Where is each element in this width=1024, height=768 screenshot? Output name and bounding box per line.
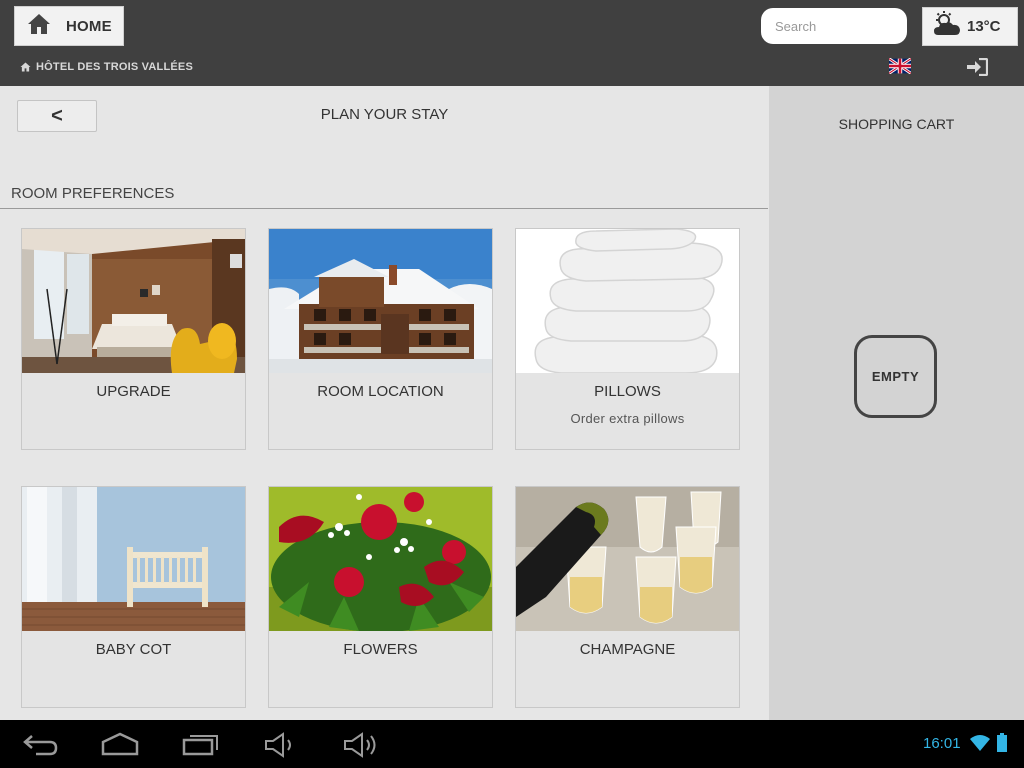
card-image-baby-cot <box>22 487 245 631</box>
status-time: 16:01 <box>923 735 961 752</box>
sign-in-icon[interactable] <box>966 58 988 76</box>
recent-apps-icon[interactable] <box>182 732 220 756</box>
back-button[interactable]: < <box>17 100 97 132</box>
card-image-chalet <box>269 229 492 373</box>
hotel-breadcrumb[interactable]: HÔTEL DES TROIS VALLÉES <box>20 61 193 73</box>
top-bar: HOME 13°C HÔTEL DES TROIS VALLÉES <box>0 0 1024 86</box>
card-baby-cot[interactable]: BABY COT <box>21 486 246 708</box>
section-title: ROOM PREFERENCES <box>11 185 175 202</box>
hotel-name: HÔTEL DES TROIS VALLÉES <box>36 61 193 73</box>
card-title: FLOWERS <box>343 641 418 658</box>
section-divider <box>0 208 768 209</box>
page-title: PLAN YOUR STAY <box>320 106 449 123</box>
card-image-pillows <box>516 229 739 373</box>
temperature: 13°C <box>967 18 1001 35</box>
cart-title: SHOPPING CART <box>838 116 955 132</box>
card-room-location[interactable]: ROOM LOCATION <box>268 228 493 450</box>
card-title: CHAMPAGNE <box>579 641 676 658</box>
back-icon[interactable] <box>22 732 58 756</box>
card-title: BABY COT <box>95 641 172 658</box>
battery-icon <box>997 733 1007 752</box>
card-champagne[interactable]: CHAMPAGNE <box>515 486 740 708</box>
home-icon <box>27 13 51 40</box>
card-image-champagne <box>516 487 739 631</box>
card-title: ROOM LOCATION <box>317 383 444 400</box>
cart-empty-badge: EMPTY <box>854 335 937 418</box>
uk-flag-icon[interactable] <box>889 58 911 74</box>
card-image-flowers <box>269 487 492 631</box>
home-label: HOME <box>66 17 112 35</box>
weather-widget[interactable]: 13°C <box>922 7 1018 46</box>
volume-down-icon[interactable] <box>264 732 296 758</box>
card-flowers[interactable]: FLOWERS <box>268 486 493 708</box>
partly-cloudy-icon <box>933 11 961 42</box>
home-button[interactable]: HOME <box>14 6 124 46</box>
card-image-bedroom <box>22 229 245 373</box>
volume-up-icon[interactable] <box>343 732 379 758</box>
system-navigation-bar: 16:01 <box>0 720 1024 768</box>
card-pillows[interactable]: PILLOWS Order extra pillows <box>515 228 740 450</box>
card-title: PILLOWS <box>594 383 661 400</box>
card-description: Order extra pillows <box>570 411 685 426</box>
card-upgrade[interactable]: UPGRADE <box>21 228 246 450</box>
shopping-cart-panel: SHOPPING CART EMPTY <box>769 86 1024 720</box>
search-input[interactable] <box>761 8 907 44</box>
main-content: PLAN YOUR STAY < ROOM PREFERENCES UPGRAD… <box>0 86 769 720</box>
wifi-icon <box>970 735 990 751</box>
home-small-icon <box>20 62 31 72</box>
card-title: UPGRADE <box>96 383 171 400</box>
home-icon[interactable] <box>101 732 139 756</box>
